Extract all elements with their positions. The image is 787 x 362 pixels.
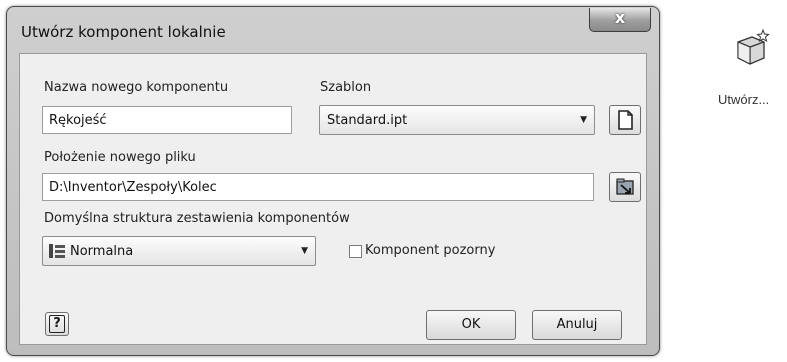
help-icon: ? bbox=[49, 315, 65, 333]
bom-structure-label: Domyślna struktura zestawienia komponent… bbox=[44, 211, 350, 226]
dialog-title: Utwórz komponent lokalnie bbox=[21, 23, 226, 41]
file-location-value: D:\Inventor\Zespoły\Kolec bbox=[49, 180, 217, 195]
file-location-label: Położenie nowego pliku bbox=[44, 150, 196, 165]
bom-structure-value: Normalna bbox=[70, 244, 134, 259]
document-icon bbox=[618, 110, 633, 130]
folder-arrow-icon bbox=[616, 178, 634, 195]
component-name-input[interactable]: Rękojeść bbox=[42, 106, 292, 134]
chevron-down-icon: ▼ bbox=[301, 246, 308, 256]
bom-structure-icon bbox=[49, 244, 65, 258]
help-button[interactable]: ? bbox=[45, 312, 69, 336]
create-component-icon bbox=[737, 28, 770, 65]
component-name-label: Nazwa nowego komponentu bbox=[44, 80, 229, 95]
template-select[interactable]: Standard.ipt ▼ bbox=[319, 105, 595, 135]
create-local-component-dialog: Utwórz komponent lokalnie x Nazwa nowego… bbox=[6, 6, 660, 356]
cancel-button[interactable]: Anuluj bbox=[532, 310, 622, 340]
chevron-down-icon: ▼ bbox=[580, 115, 587, 125]
dialog-titlebar[interactable]: Utwórz komponent lokalnie x bbox=[7, 7, 659, 53]
create-component-tool[interactable]: Utwórz... bbox=[718, 26, 786, 107]
component-name-value: Rękojeść bbox=[49, 113, 107, 128]
file-location-input[interactable]: D:\Inventor\Zespoły\Kolec bbox=[42, 173, 594, 201]
template-label: Szablon bbox=[320, 80, 372, 95]
new-template-button[interactable] bbox=[609, 105, 641, 135]
virtual-component-label[interactable]: Komponent pozorny bbox=[365, 243, 495, 258]
bom-structure-select[interactable]: Normalna ▼ bbox=[42, 236, 316, 266]
close-button[interactable]: x bbox=[589, 8, 651, 32]
dialog-content: Nazwa nowego komponentu Rękojeść Szablon… bbox=[19, 53, 647, 345]
create-component-label: Utwórz... bbox=[718, 92, 770, 107]
ok-button[interactable]: OK bbox=[426, 310, 516, 340]
browse-location-button[interactable] bbox=[609, 172, 641, 202]
close-icon: x bbox=[614, 8, 626, 27]
virtual-component-checkbox[interactable] bbox=[349, 245, 362, 258]
template-select-value: Standard.ipt bbox=[327, 113, 408, 128]
